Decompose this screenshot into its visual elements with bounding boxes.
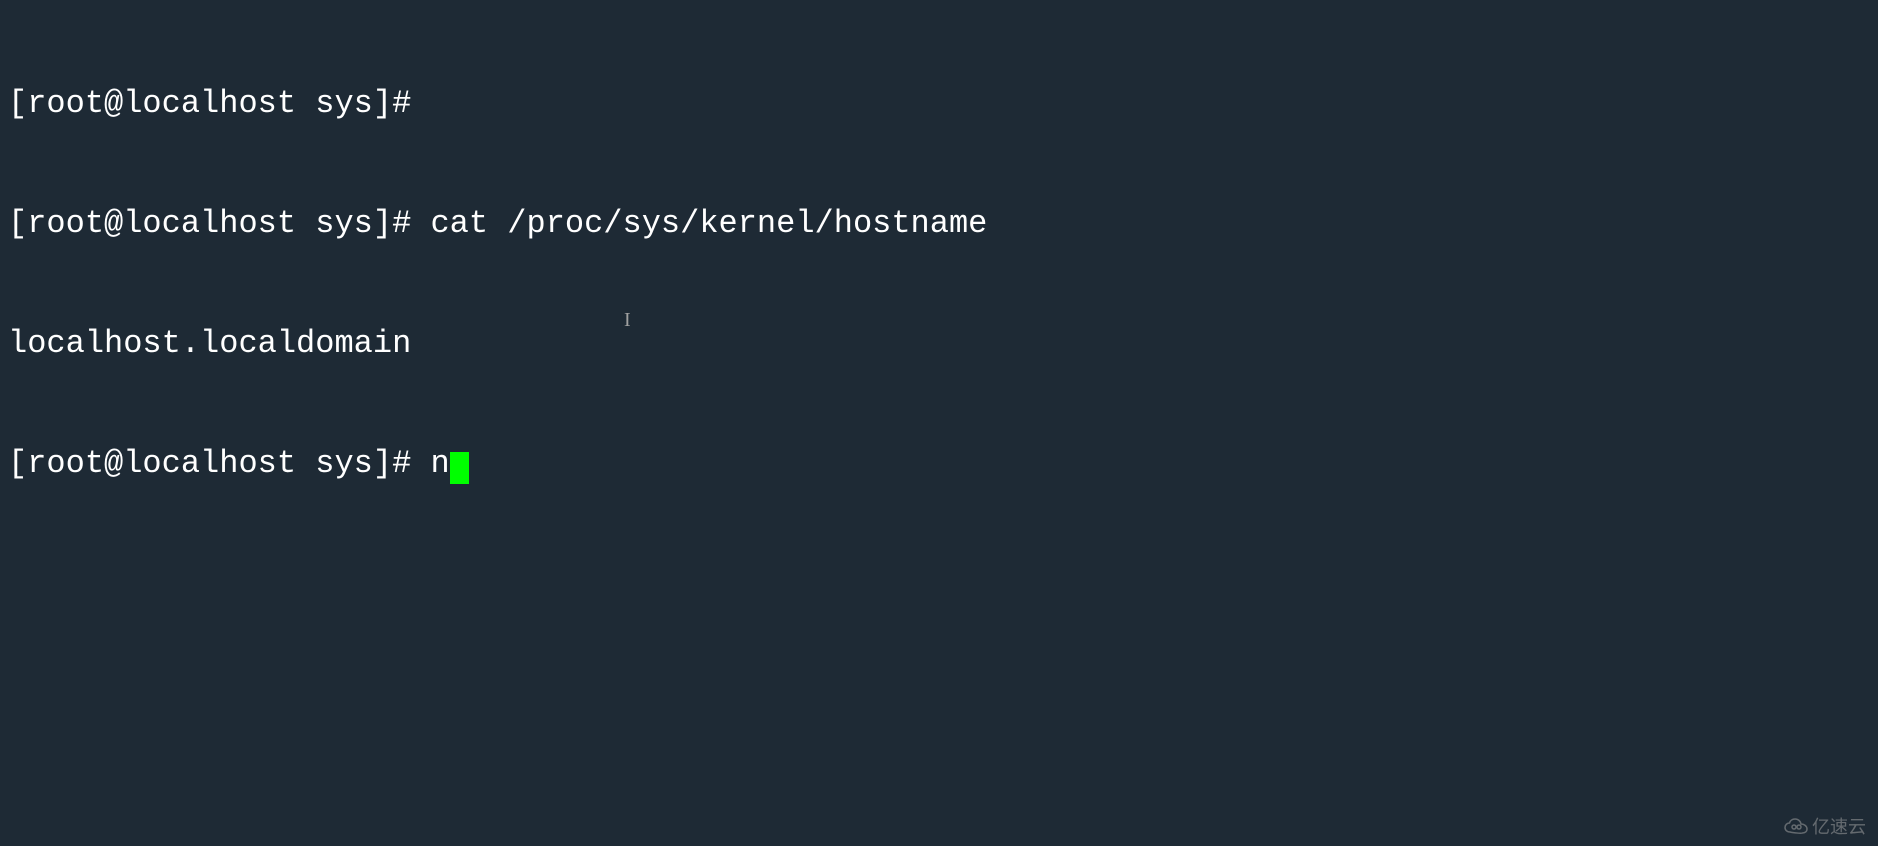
terminal-line: [root@localhost sys]# (8, 84, 1870, 124)
prompt: [root@localhost sys]# (8, 445, 430, 482)
output: localhost.localdomain (8, 325, 411, 362)
terminal-line: [root@localhost sys]# cat /proc/sys/kern… (8, 204, 1870, 244)
watermark-text: 亿速云 (1812, 816, 1866, 839)
command: cat /proc/sys/kernel/hostname (430, 205, 987, 242)
terminal-line: localhost.localdomain (8, 324, 1870, 364)
text-cursor-icon: I (624, 308, 631, 333)
watermark: 亿速云 (1784, 816, 1866, 839)
prompt: [root@localhost sys]# (8, 205, 430, 242)
command: n (430, 445, 449, 482)
cloud-icon (1784, 818, 1808, 836)
terminal-cursor (450, 452, 469, 484)
terminal-output[interactable]: [root@localhost sys]# [root@localhost sy… (8, 4, 1870, 524)
prompt: [root@localhost sys]# (8, 85, 430, 122)
terminal-line: [root@localhost sys]# n (8, 444, 1870, 484)
